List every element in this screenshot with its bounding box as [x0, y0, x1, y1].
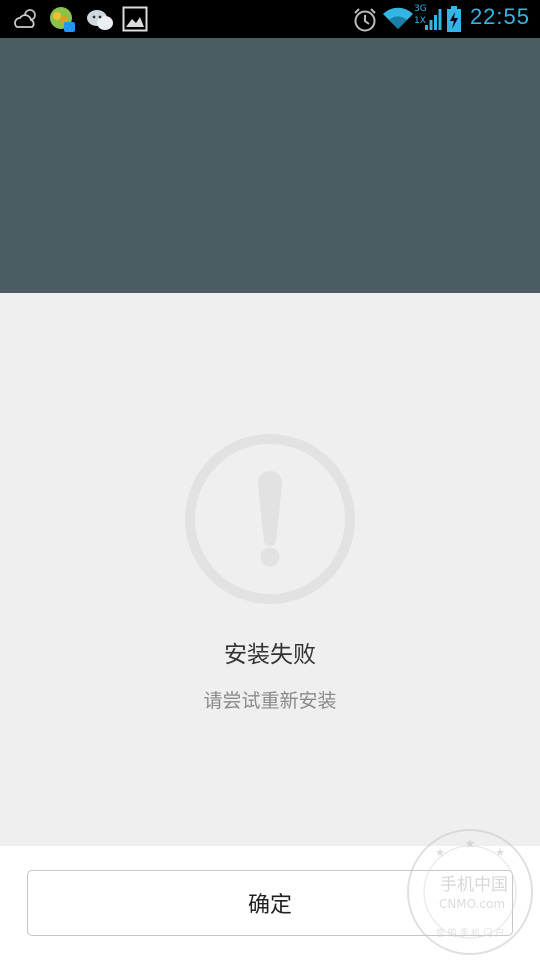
app-notification-icon [50, 7, 75, 32]
retry-message: 请尝试重新安装 [203, 690, 337, 712]
header-area [0, 38, 540, 293]
clock: 22:55 [469, 4, 530, 29]
gallery-icon [122, 6, 148, 32]
install-failed-title: 安装失败 [224, 642, 316, 668]
wifi-icon [383, 7, 413, 30]
install-result-panel: 安装失败 请尝试重新安装 [0, 293, 540, 846]
confirm-button[interactable]: 确定 [27, 870, 513, 936]
battery-charging-icon [447, 6, 461, 32]
warning-icon [185, 434, 355, 604]
alarm-icon [354, 8, 376, 32]
status-bar: 3G 1X 22:55 [0, 0, 540, 38]
wechat-icon [87, 10, 113, 30]
action-footer: 确定 [0, 846, 540, 960]
signal-icon [425, 9, 442, 30]
weather-icon [14, 9, 36, 28]
